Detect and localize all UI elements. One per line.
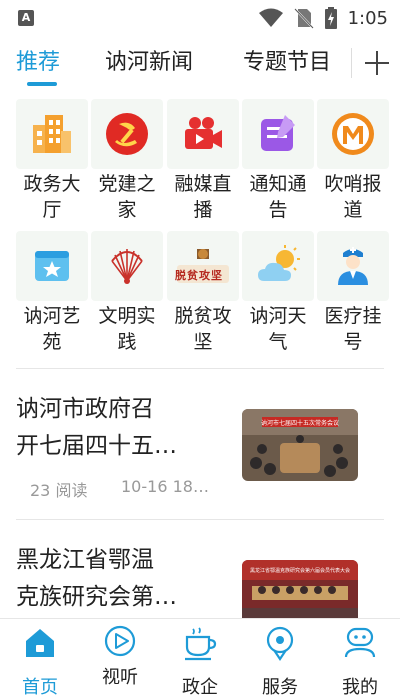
app-notification-icon: A bbox=[18, 10, 34, 26]
nav-label: 服务 bbox=[262, 677, 298, 698]
grid-label: 文明实践 bbox=[98, 305, 156, 353]
tab-recommend[interactable]: 推荐 bbox=[16, 44, 60, 76]
divider bbox=[16, 519, 384, 520]
channel-tabs: 推荐 讷河新闻 专题节目 bbox=[0, 44, 400, 88]
poverty-alleviation-icon-text: 脱贫攻坚 bbox=[175, 269, 223, 282]
weather-icon bbox=[258, 245, 300, 281]
news-title[interactable]: 黑龙江省鄂温 克族研究会第… bbox=[16, 542, 216, 616]
icon-tile bbox=[242, 99, 314, 169]
grid-item-media-live[interactable]: 融媒直播 bbox=[167, 99, 239, 229]
status-bar: A 1:05 bbox=[0, 0, 400, 36]
robot-profile-icon bbox=[344, 627, 376, 658]
grid-label: 吹哨报道 bbox=[324, 173, 382, 221]
coffee-cup-icon bbox=[185, 627, 217, 661]
active-tab-indicator bbox=[27, 82, 57, 86]
status-icons: 1:05 bbox=[258, 6, 388, 30]
no-sim-icon bbox=[293, 8, 314, 29]
bottom-nav: 首页 视听 政企 服务 我的 bbox=[0, 618, 400, 700]
notice-edit-icon bbox=[261, 115, 295, 151]
nav-label: 政企 bbox=[182, 677, 218, 698]
doctor-icon bbox=[338, 247, 368, 285]
grid-item-poverty-alleviation[interactable]: 脱贫攻坚 脱贫攻坚 bbox=[167, 231, 239, 361]
grid-label: 党建之家 bbox=[98, 173, 156, 221]
nav-home[interactable]: 首页 bbox=[0, 619, 80, 700]
grid-label: 脱贫攻坚 bbox=[174, 305, 232, 353]
news-date: 10-16 18… bbox=[121, 477, 209, 496]
party-emblem-icon bbox=[106, 113, 148, 155]
icon-tile bbox=[317, 99, 389, 169]
civilization-fan-icon bbox=[111, 249, 143, 284]
nav-audio-visual[interactable]: 视听 bbox=[80, 619, 160, 700]
news-title[interactable]: 讷河市政府召 开七届四十五… bbox=[16, 391, 216, 465]
whistle-report-icon bbox=[332, 113, 374, 155]
icon-tile bbox=[91, 231, 163, 301]
tab-nehe-news[interactable]: 讷河新闻 bbox=[105, 44, 193, 76]
wifi-icon bbox=[258, 8, 283, 27]
plus-icon[interactable] bbox=[360, 46, 394, 80]
grid-label: 讷河天气 bbox=[249, 305, 307, 353]
grid-label: 融媒直播 bbox=[174, 173, 232, 221]
icon-tile bbox=[16, 231, 88, 301]
grid-item-party-building[interactable]: 党建之家 bbox=[91, 99, 163, 229]
nav-label: 视听 bbox=[102, 667, 138, 688]
grid-label: 医疗挂号 bbox=[324, 305, 382, 353]
news-read-count: 23 阅读 bbox=[30, 481, 88, 500]
meeting-banner-text: 讷河市七届四十五次常务会议 bbox=[261, 419, 339, 427]
divider bbox=[16, 368, 384, 369]
building-icon bbox=[33, 115, 71, 153]
tab-separator bbox=[351, 48, 352, 78]
grid-item-whistle-report[interactable]: 吹哨报道 bbox=[317, 99, 389, 229]
icon-tile bbox=[242, 231, 314, 301]
grid-item-civilization-practice[interactable]: 文明实践 bbox=[91, 231, 163, 361]
icon-tile bbox=[317, 231, 389, 301]
nav-label: 首页 bbox=[22, 677, 58, 698]
grid-item-medical-registration[interactable]: 医疗挂号 bbox=[317, 231, 389, 361]
tab-special-programs[interactable]: 专题节目 bbox=[243, 44, 331, 76]
icon-tile bbox=[167, 99, 239, 169]
service-location-icon bbox=[266, 626, 294, 661]
art-calendar-icon bbox=[35, 251, 69, 281]
nav-label: 我的 bbox=[342, 677, 378, 698]
grid-item-government-hall[interactable]: 政务大厅 bbox=[16, 99, 88, 229]
grid-label: 讷河艺苑 bbox=[23, 305, 81, 353]
grid-item-nehe-weather[interactable]: 讷河天气 bbox=[242, 231, 314, 361]
status-time: 1:05 bbox=[347, 7, 388, 29]
nav-mine[interactable]: 我的 bbox=[320, 619, 400, 700]
nav-government-enterprise[interactable]: 政企 bbox=[160, 619, 240, 700]
nav-services[interactable]: 服务 bbox=[240, 619, 320, 700]
icon-tile bbox=[16, 99, 88, 169]
grid-item-notices[interactable]: 通知通告 bbox=[242, 99, 314, 229]
news-thumbnail[interactable]: 讷河市七届四十五次常务会议 bbox=[242, 409, 358, 481]
icon-tile: 脱贫攻坚 bbox=[167, 231, 239, 301]
home-icon bbox=[26, 629, 54, 657]
conference-banner-text: 黑龙江省鄂温克族研究会第六届会员代表大会 bbox=[250, 567, 350, 574]
battery-charging-icon bbox=[324, 7, 337, 29]
grid-label: 政务大厅 bbox=[23, 173, 81, 221]
video-camera-icon bbox=[185, 117, 222, 149]
grid-item-nehe-art[interactable]: 讷河艺苑 bbox=[16, 231, 88, 361]
grid-label: 通知通告 bbox=[249, 173, 307, 221]
icon-tile bbox=[91, 99, 163, 169]
play-circle-icon bbox=[104, 625, 136, 657]
meeting-photo: 讷河市七届四十五次常务会议 bbox=[242, 409, 358, 481]
